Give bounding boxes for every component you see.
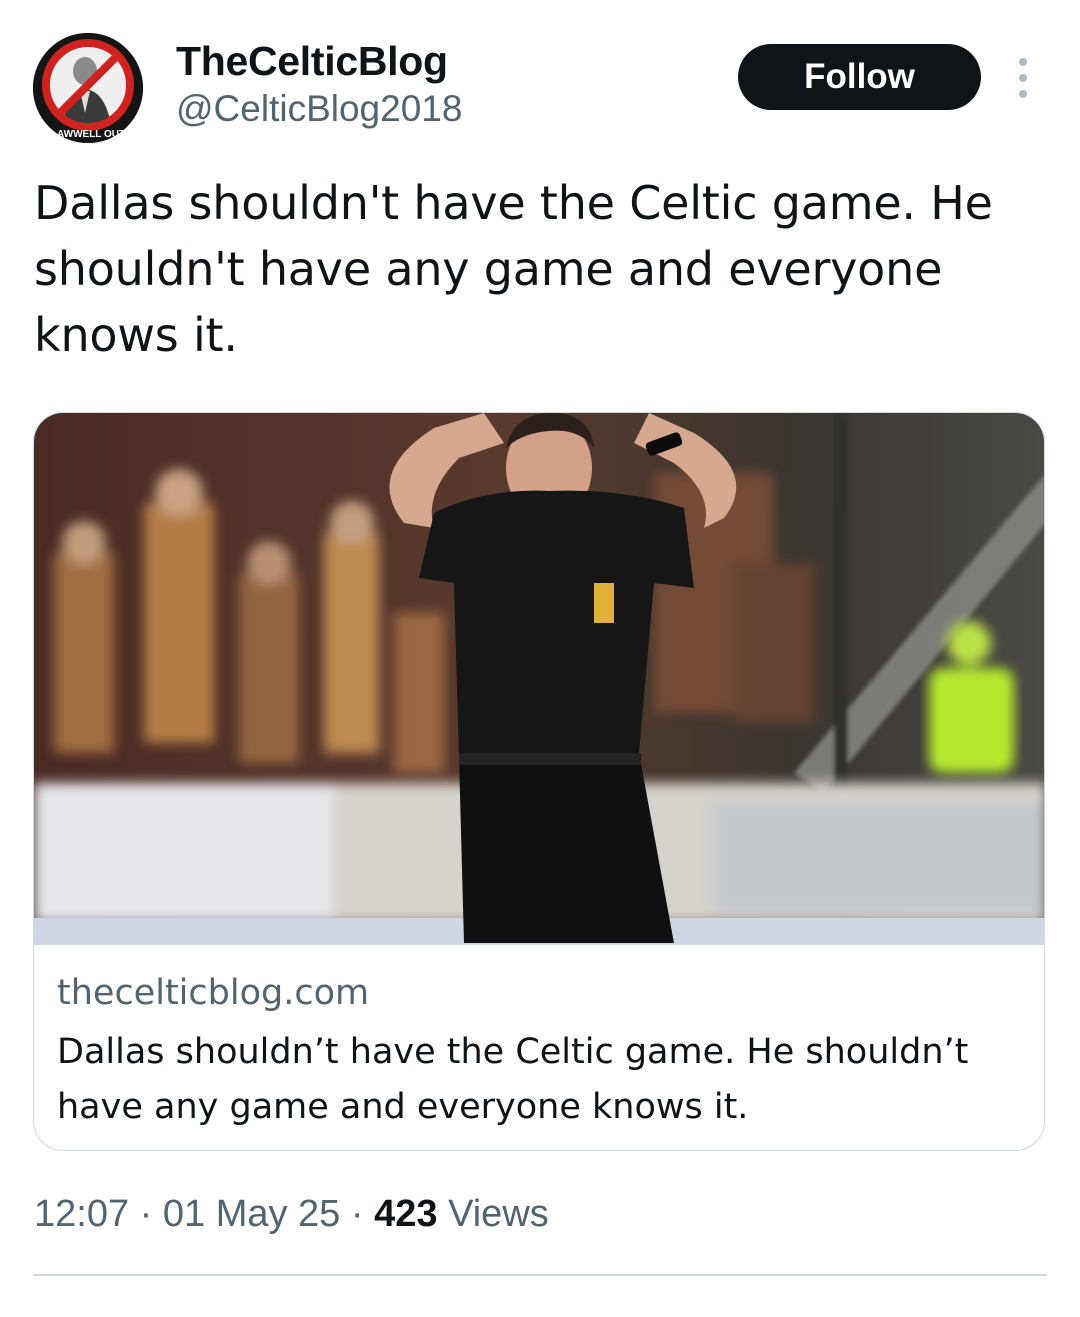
link-preview-card[interactable]: thecelticblog.com Dallas shouldn’t have …: [33, 412, 1045, 1151]
tweet-time[interactable]: 12:07: [34, 1193, 129, 1235]
avatar-text: LAWWELL OUT: [51, 129, 125, 140]
card-domain: thecelticblog.com: [57, 973, 370, 1013]
views-label: Views: [448, 1193, 549, 1235]
follow-button[interactable]: Follow: [738, 44, 981, 110]
tweet-meta: 12:07 · 01 May 25 · 423 Views: [34, 1193, 549, 1236]
bottom-divider: [33, 1274, 1047, 1276]
meta-separator: ·: [139, 1193, 153, 1235]
more-vertical-icon[interactable]: [1008, 58, 1038, 98]
display-name[interactable]: TheCelticBlog: [176, 38, 448, 85]
card-divider: [34, 943, 1044, 945]
views-count[interactable]: 423: [374, 1193, 437, 1235]
card-title: Dallas shouldn’t have the Celtic game. H…: [57, 1032, 969, 1127]
card-image: [34, 413, 1044, 943]
user-handle[interactable]: @CelticBlog2018: [176, 88, 462, 130]
tweet-date[interactable]: 01 May 25: [163, 1193, 340, 1235]
meta-separator: ·: [350, 1193, 364, 1235]
tweet-text: Dallas shouldn't have the Celtic game. H…: [34, 176, 993, 362]
avatar[interactable]: LAWWELL OUT: [33, 33, 143, 143]
